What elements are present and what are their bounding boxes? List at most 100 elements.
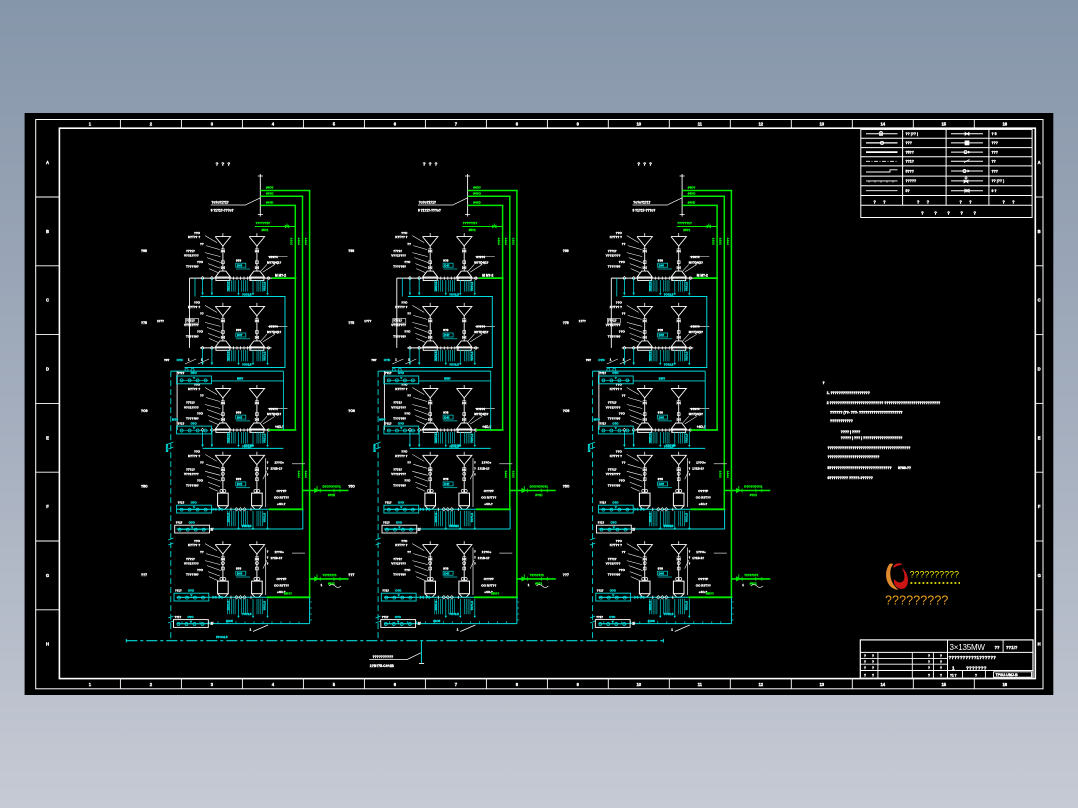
svg-text:?R?1.5: ?R?1.5 bbox=[227, 601, 231, 611]
svg-text:M?0%: M?0% bbox=[165, 443, 169, 452]
svg-text:K?T?? ?: K?T?? ? bbox=[188, 543, 200, 547]
svg-text:?: ? bbox=[864, 654, 866, 658]
svg-text:?7?1?: ?7?1? bbox=[186, 557, 195, 561]
svg-text:D4?: D4? bbox=[237, 263, 243, 267]
svg-text:?: ? bbox=[872, 654, 874, 658]
svg-text:D4?: D4? bbox=[237, 333, 243, 337]
svg-text:?: ? bbox=[940, 673, 942, 677]
svg-text:#4?O: #4?O bbox=[266, 191, 274, 195]
svg-text:??: ?? bbox=[200, 312, 204, 316]
svg-text:??: ?? bbox=[200, 461, 204, 465]
svg-text:C: C bbox=[46, 298, 49, 303]
svg-text:O?O: O?O bbox=[188, 588, 195, 592]
svg-text:12: 12 bbox=[758, 122, 763, 127]
svg-text:D4?: D4? bbox=[237, 482, 243, 486]
svg-text:9?9?4: 9?9?4 bbox=[269, 325, 278, 329]
svg-text:15: 15 bbox=[941, 122, 946, 127]
svg-text:?75: ?75 bbox=[141, 321, 147, 325]
svg-text:?7?1?: ?7?1? bbox=[186, 468, 195, 472]
svg-text:?????????????????????????: ????????????????????????? bbox=[828, 455, 880, 459]
svg-text:2/: 2/ bbox=[211, 622, 214, 626]
svg-text:#4?D: #4?D bbox=[266, 201, 274, 205]
svg-text:O?D: O?D bbox=[177, 358, 184, 362]
svg-text:B: B bbox=[46, 229, 49, 234]
svg-text:??O: ??O bbox=[197, 330, 204, 334]
svg-text:M?7()4(1?: M?7()4(1? bbox=[267, 330, 281, 334]
svg-text:#1O5: #1O5 bbox=[226, 619, 233, 623]
svg-text:9?9: 9?9 bbox=[236, 258, 242, 262]
svg-text:? ? ? ? ?: ? ? ? ? ? bbox=[921, 211, 981, 216]
svg-text:??: ?? bbox=[200, 550, 204, 554]
svg-text:????? | ??? | ???????????????: ????? | ??? | ??????????????????? bbox=[841, 436, 903, 440]
svg-text:T????9?: T????9? bbox=[186, 334, 199, 338]
svg-text:??????????????????????????????: ???????????????????????????????????????? bbox=[828, 446, 911, 450]
svg-text:V??1????: V??1???? bbox=[184, 323, 199, 327]
svg-text:1. ???????????????????: 1. ??????????????????? bbox=[827, 391, 870, 395]
svg-text:V??1????: V??1???? bbox=[184, 253, 199, 257]
svg-text:0?00-??: 0?00-?? bbox=[898, 466, 911, 470]
svg-text:OO R?T??: OO R?T?? bbox=[274, 584, 289, 588]
svg-text:??: ?? bbox=[995, 645, 1001, 650]
svg-text:?1?1?1?1: ?1?1?1?1 bbox=[323, 573, 337, 577]
svg-text:???????????: ??????????? bbox=[830, 419, 853, 423]
svg-text:G: G bbox=[1038, 573, 1041, 578]
svg-text:1?7?: 1?7? bbox=[157, 319, 164, 323]
svg-text:TPSU-UMJ-B: TPSU-UMJ-B bbox=[996, 673, 1019, 677]
svg-text:??O: ??O bbox=[194, 539, 201, 543]
svg-text:?R?1.5: ?R?1.5 bbox=[263, 601, 267, 611]
svg-text:??????????: ?????????? bbox=[910, 569, 959, 579]
svg-text:????: ???? bbox=[304, 238, 308, 245]
svg-text:?????? (??- ???- ????????????: ?????? (??- ???- ????????????????????? bbox=[830, 410, 903, 414]
svg-text:HR??: HR?? bbox=[284, 592, 292, 596]
svg-text:1??O+: 1??O+ bbox=[275, 461, 285, 465]
svg-text:9?9?4: 9?9?4 bbox=[269, 255, 278, 259]
svg-text:?: ? bbox=[975, 674, 977, 678]
svg-text:?: ? bbox=[928, 673, 930, 677]
svg-text:9?9: 9?9 bbox=[236, 410, 242, 414]
svg-text:??1?: ??1? bbox=[178, 421, 185, 425]
svg-text:?R?1.5: ?R?1.5 bbox=[263, 351, 267, 361]
svg-text:??: ?? bbox=[200, 242, 204, 246]
svg-text:?: ? bbox=[940, 666, 942, 670]
svg-text:G: G bbox=[46, 573, 49, 578]
svg-text:#4O?: #4O? bbox=[266, 186, 274, 190]
svg-text:1: 1 bbox=[952, 666, 955, 671]
svg-text:H: H bbox=[46, 642, 49, 647]
svg-text:T????9?: T????9? bbox=[186, 573, 199, 577]
svg-text:????: ???? bbox=[290, 238, 294, 245]
svg-text:O???P: O???P bbox=[277, 489, 287, 493]
svg-text:?R?1.5: ?R?1.5 bbox=[227, 513, 231, 523]
svg-text:+4O.?: +4O.? bbox=[275, 425, 284, 429]
svg-text:??1!?: ??1!? bbox=[1006, 645, 1018, 650]
svg-text:9 ?: 9 ? bbox=[992, 189, 997, 193]
svg-text:??1?: ??1? bbox=[906, 160, 914, 164]
svg-text:#?OAL5: #?OAL5 bbox=[216, 635, 228, 639]
svg-text:??O: ??O bbox=[194, 301, 201, 305]
svg-text:14: 14 bbox=[880, 122, 885, 127]
svg-text:C: C bbox=[1038, 298, 1041, 303]
svg-text:?5O: ?5O bbox=[141, 485, 148, 489]
svg-text:?5??: ?5?? bbox=[906, 150, 914, 154]
svg-text:13: 13 bbox=[819, 122, 824, 127]
svg-text:F: F bbox=[46, 504, 49, 509]
svg-text:?? |?? |: ?? |?? | bbox=[906, 132, 918, 136]
svg-text:12: 12 bbox=[758, 682, 763, 687]
svg-text:10: 10 bbox=[636, 122, 641, 127]
svg-text:??O: ??O bbox=[194, 450, 201, 454]
svg-text:5?????????????????????????????: 5?????????????????????????????? bbox=[828, 466, 892, 470]
svg-text:?: ? bbox=[940, 654, 942, 658]
svg-text:9?9: 9?9 bbox=[236, 328, 242, 332]
svg-text:?????: ????? bbox=[906, 179, 917, 183]
svg-text:9?9?4: 9?9?4 bbox=[269, 407, 278, 411]
svg-text:?o?o?1?1?: ?o?o?1?1? bbox=[212, 200, 229, 204]
svg-text:D: D bbox=[46, 367, 49, 372]
svg-text:T????9?: T????9? bbox=[186, 417, 199, 421]
svg-text:?R?1.5: ?R?1.5 bbox=[227, 351, 231, 361]
svg-text:1??O+: 1??O+ bbox=[275, 550, 285, 554]
svg-text:??O: ??O bbox=[197, 260, 204, 264]
svg-text:V??1????: V??1???? bbox=[184, 561, 199, 565]
svg-text:OO R?T??: OO R?T?? bbox=[274, 496, 289, 500]
svg-text:??1?: ??1? bbox=[178, 500, 185, 504]
svg-text:14: 14 bbox=[880, 682, 885, 687]
svg-text:11: 11 bbox=[698, 682, 703, 687]
